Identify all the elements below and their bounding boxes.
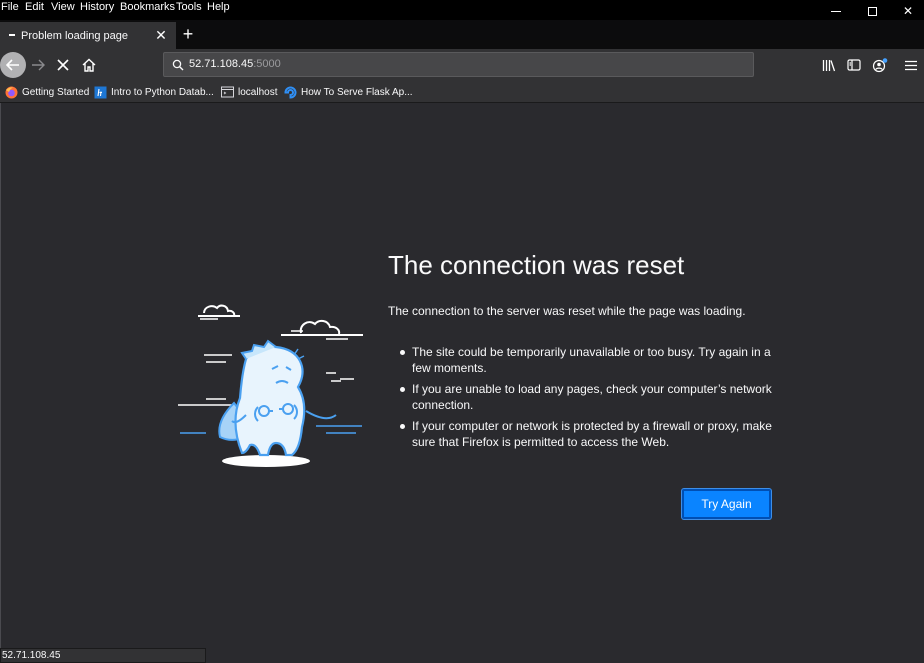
library-button[interactable]	[817, 53, 841, 77]
home-icon	[82, 58, 96, 72]
forward-button[interactable]	[26, 53, 50, 77]
back-arrow-icon	[6, 59, 19, 71]
menu-help[interactable]: Help	[207, 1, 230, 13]
menu-view[interactable]: View	[51, 1, 75, 13]
suggestion-item: If you are unable to load any pages, che…	[400, 381, 780, 413]
maximize-icon	[867, 6, 877, 16]
url-port: :5000	[253, 58, 281, 70]
bookmark-label: localhost	[238, 86, 278, 98]
error-description: The connection to the server was reset w…	[388, 304, 746, 318]
url-text: 52.71.108.45:5000	[189, 58, 281, 70]
forward-arrow-icon	[32, 59, 45, 71]
bookmark-label: How To Serve Flask Ap...	[301, 86, 413, 98]
loading-icon	[9, 34, 15, 36]
bookmark-label: Intro to Python Datab...	[111, 86, 214, 98]
minimize-icon	[831, 10, 841, 12]
bookmark-intro-python[interactable]: Intro to Python Datab...	[94, 84, 214, 100]
sidebar-button[interactable]	[842, 53, 866, 77]
tab-title: Problem loading page	[21, 30, 129, 42]
account-button[interactable]	[868, 53, 892, 77]
close-window-button[interactable]: ✕	[888, 0, 924, 22]
stop-icon	[57, 59, 69, 71]
tab-strip: Problem loading page ✕ +	[0, 20, 924, 49]
bookmark-getting-started[interactable]: Getting Started	[5, 84, 89, 100]
status-panel: 52.71.108.45	[0, 648, 206, 663]
account-icon	[872, 58, 888, 73]
error-suggestions: The site could be temporarily unavailabl…	[400, 344, 780, 455]
bookmark-label: Getting Started	[22, 86, 90, 98]
bookmarks-toolbar: Getting Started Intro to Python Datab...…	[0, 81, 924, 103]
broken-connection-dinosaur-icon	[178, 304, 363, 467]
bookmark-localhost[interactable]: localhost	[221, 84, 277, 100]
stop-button[interactable]	[51, 53, 75, 77]
navigation-toolbar: 52.71.108.45:5000	[0, 49, 924, 81]
menu-tools[interactable]: Tools	[176, 1, 202, 13]
close-icon: ✕	[902, 4, 914, 18]
url-bar[interactable]: 52.71.108.45:5000	[163, 52, 754, 77]
menu-edit[interactable]: Edit	[25, 1, 44, 13]
firefox-icon	[5, 86, 18, 99]
back-button[interactable]	[0, 52, 26, 78]
menu-history[interactable]: History	[80, 1, 114, 13]
window-icon	[221, 86, 234, 99]
hamburger-icon	[905, 60, 917, 70]
tab-close-button[interactable]: ✕	[152, 26, 170, 44]
maximize-button[interactable]	[852, 0, 892, 22]
menu-bar: File Edit View History Bookmarks Tools H…	[0, 0, 924, 20]
suggestion-item: The site could be temporarily unavailabl…	[400, 344, 780, 376]
try-again-button[interactable]: Try Again	[682, 489, 771, 519]
sidebar-icon	[847, 59, 861, 71]
search-icon	[172, 59, 184, 71]
menu-bookmarks[interactable]: Bookmarks	[120, 1, 175, 13]
menu-button[interactable]	[899, 53, 923, 77]
menu-file[interactable]: File	[1, 1, 19, 13]
digitalocean-icon	[284, 86, 297, 99]
blue-page-icon	[94, 86, 107, 99]
tab-problem-loading[interactable]: Problem loading page ✕	[0, 22, 176, 49]
error-page: The connection was reset The connection …	[0, 103, 924, 663]
error-title: The connection was reset	[388, 250, 685, 280]
url-host: 52.71.108.45	[189, 58, 254, 70]
suggestion-item: If your computer or network is protected…	[400, 418, 780, 450]
bookmark-flask[interactable]: How To Serve Flask Ap...	[284, 84, 413, 100]
home-button[interactable]	[77, 53, 101, 77]
minimize-button[interactable]	[816, 0, 856, 22]
library-icon	[822, 59, 836, 71]
new-tab-button[interactable]: +	[178, 23, 198, 45]
